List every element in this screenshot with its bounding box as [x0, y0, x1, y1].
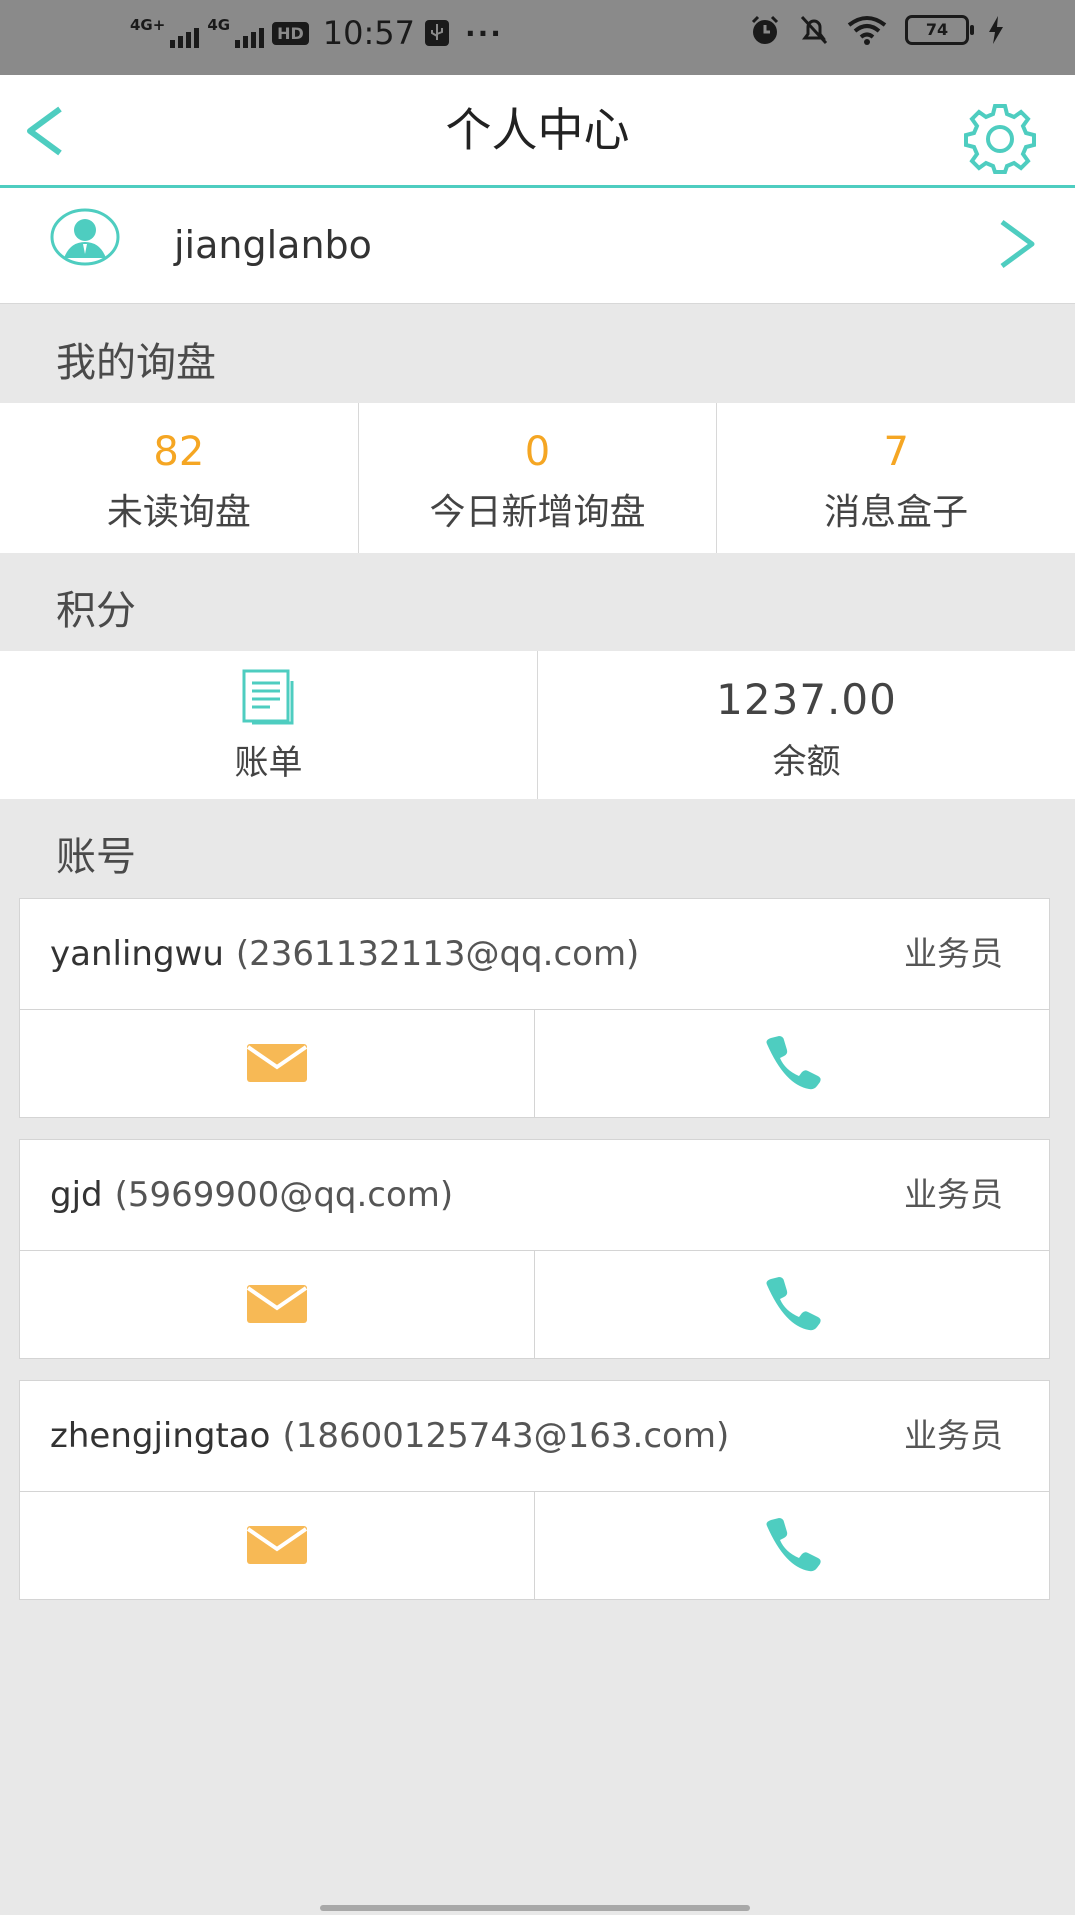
status-right: 74: [749, 14, 1005, 46]
account-actions: [20, 1009, 1049, 1117]
stat-message-box[interactable]: 7 消息盒子: [717, 403, 1075, 553]
stat-label: 未读询盘: [106, 492, 251, 533]
stat-today-new-inquiry[interactable]: 0 今日新增询盘: [359, 403, 718, 553]
account-name: zhengjingtao: [50, 1416, 271, 1456]
home-indicator[interactable]: [320, 1905, 750, 1911]
account-role: 业务员: [904, 1416, 1003, 1455]
phone-icon: [766, 1518, 821, 1572]
user-avatar-icon: [50, 208, 120, 266]
account-header: gjd (5969900@qq.com) 业务员: [20, 1140, 1049, 1251]
account-name: yanlingwu: [50, 934, 224, 974]
section-title-accounts: 账号: [56, 834, 136, 880]
stat-unread-inquiry[interactable]: 82 未读询盘: [0, 403, 359, 553]
usb-icon: [424, 20, 449, 46]
account-header: yanlingwu (2361132113@qq.com) 业务员: [20, 899, 1049, 1010]
alarm-icon: [751, 15, 779, 44]
hd-icon: HD: [272, 21, 309, 45]
account-user: yanlingwu (2361132113@qq.com): [50, 899, 639, 1009]
stat-label: 消息盒子: [824, 492, 969, 533]
inquiry-stats: 82 未读询盘 0 今日新增询盘 7 消息盒子: [0, 403, 1075, 553]
profile-username: jianglanbo: [174, 223, 372, 267]
account-header: zhengjingtao (18600125743@163.com) 业务员: [20, 1381, 1049, 1492]
balance-cell: 1237.00 余额: [538, 651, 1075, 799]
account-card: zhengjingtao (18600125743@163.com) 业务员: [19, 1380, 1050, 1600]
stat-value: 0: [524, 429, 551, 475]
call-button[interactable]: [535, 1491, 1049, 1599]
profile-row[interactable]: jianglanbo: [0, 188, 1075, 304]
account-email: (2361132113@qq.com): [235, 934, 640, 974]
account-card: gjd (5969900@qq.com) 业务员: [19, 1139, 1050, 1359]
email-button[interactable]: [20, 1250, 535, 1358]
bill-icon: [242, 669, 293, 725]
account-card: yanlingwu (2361132113@qq.com) 业务员: [19, 898, 1050, 1118]
bill-button[interactable]: 账单: [0, 651, 538, 799]
network-label-2: 4G: [207, 16, 231, 34]
email-button[interactable]: [20, 1491, 535, 1599]
account-actions: [20, 1491, 1049, 1599]
account-email: (5969900@qq.com): [114, 1175, 454, 1215]
status-time: 10:57: [322, 14, 415, 52]
account-actions: [20, 1250, 1049, 1358]
balance-label: 余额: [772, 742, 841, 782]
call-button[interactable]: [535, 1009, 1049, 1117]
account-user: gjd (5969900@qq.com): [50, 1140, 453, 1250]
stat-value: 82: [153, 429, 205, 475]
stat-label: 今日新增询盘: [429, 492, 646, 533]
mail-icon: [246, 1044, 308, 1082]
account-email: (18600125743@163.com): [282, 1416, 730, 1456]
wifi-icon: [847, 16, 887, 45]
gear-icon[interactable]: [962, 100, 1038, 176]
balance-value: 1237.00: [716, 675, 897, 724]
stat-value: 7: [883, 429, 909, 475]
signal-icon: 4G: [207, 16, 265, 48]
account-user: zhengjingtao (18600125743@163.com): [50, 1381, 729, 1491]
charging-icon: [989, 16, 1003, 44]
email-button[interactable]: [20, 1009, 535, 1117]
signal-icon: 4G+: [130, 16, 200, 48]
status-bar: 4G+ 4G HD 10:57 ··· 74: [0, 0, 1075, 75]
account-role: 业务员: [904, 934, 1003, 973]
points-row: 账单 1237.00 余额: [0, 651, 1075, 799]
network-label-1: 4G+: [130, 16, 166, 34]
section-title-inquiry: 我的询盘: [56, 340, 216, 386]
mail-icon: [246, 1285, 308, 1323]
more-status-icon: ···: [464, 16, 503, 50]
mute-icon: [800, 15, 828, 45]
top-bar: 个人中心: [0, 75, 1075, 188]
account-role: 业务员: [904, 1175, 1003, 1214]
page-title: 个人中心: [445, 103, 630, 157]
call-button[interactable]: [535, 1250, 1049, 1358]
bill-label: 账单: [234, 743, 303, 783]
battery-icon: 74: [905, 15, 974, 45]
phone-icon: [766, 1277, 821, 1331]
mail-icon: [246, 1526, 308, 1564]
status-left: 4G+ 4G HD 10:57 ···: [130, 14, 503, 52]
chevron-right-icon[interactable]: [996, 218, 1038, 270]
section-title-points: 积分: [56, 588, 136, 634]
account-name: gjd: [50, 1175, 103, 1215]
phone-icon: [766, 1036, 821, 1090]
